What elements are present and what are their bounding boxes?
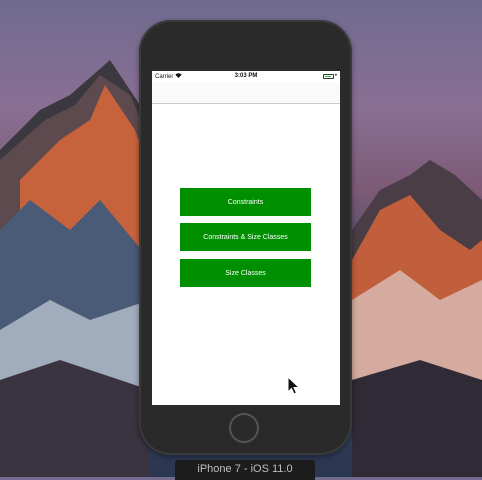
battery-icon	[322, 73, 334, 79]
navigation-bar	[152, 82, 340, 104]
constraints-button[interactable]: Constraints	[180, 188, 311, 216]
size-classes-button[interactable]: Size Classes	[180, 259, 311, 287]
device-label: iPhone 7 - iOS 11.0	[175, 460, 315, 480]
status-right: •	[322, 73, 337, 79]
pointer-cursor-icon	[287, 376, 301, 395]
status-time: 3:03 PM	[234, 73, 258, 79]
status-bar: Carrier 3:03 PM •	[152, 71, 340, 82]
constraints-size-classes-button[interactable]: Constraints & Size Classes	[180, 223, 311, 251]
charging-icon: •	[334, 73, 337, 79]
phone-screen: Carrier 3:03 PM • Constraints Constraint…	[152, 71, 340, 405]
home-button[interactable]	[229, 413, 259, 443]
battery-level	[324, 75, 331, 77]
